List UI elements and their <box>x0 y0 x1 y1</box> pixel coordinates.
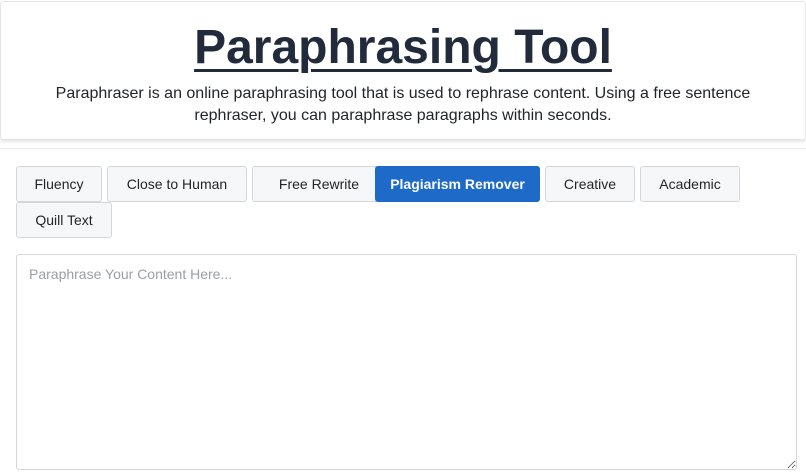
mode-tab-creative[interactable]: Creative <box>545 166 635 202</box>
page-description: Paraphraser is an online paraphrasing to… <box>55 85 751 124</box>
mode-tab-fluency[interactable]: Fluency <box>16 166 102 202</box>
mode-tab-academic[interactable]: Academic <box>640 166 740 202</box>
mode-tab-close-to-human[interactable]: Close to Human <box>107 166 247 202</box>
mode-tab-quill-text[interactable]: Quill Text <box>16 202 112 238</box>
paraphrase-input[interactable] <box>16 254 797 470</box>
divider <box>0 148 806 149</box>
mode-tab-free-rewrite[interactable]: Free Rewrite <box>252 166 386 202</box>
header-card: Paraphrasing Tool Paraphraser is an onli… <box>0 1 806 140</box>
page-title: Paraphrasing Tool <box>194 21 612 74</box>
mode-tab-plagiarism-remover[interactable]: Plagiarism Remover <box>375 166 540 202</box>
